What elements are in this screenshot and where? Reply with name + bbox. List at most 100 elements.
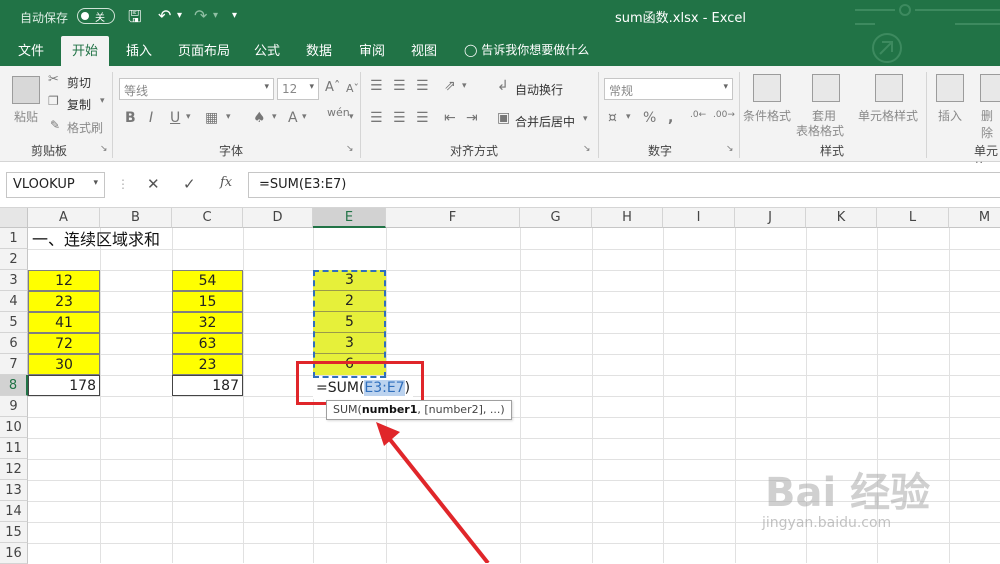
borders-icon[interactable]: ▦ — [205, 110, 218, 126]
column-header-b[interactable]: B — [100, 208, 172, 228]
tab-insert[interactable]: 插入 — [126, 40, 152, 59]
font-name-select[interactable]: 等线 ▾ — [119, 78, 274, 100]
cell-a4[interactable]: 23 — [28, 291, 100, 312]
italic-icon[interactable]: I — [149, 110, 153, 126]
column-header-k[interactable]: K — [806, 208, 877, 228]
align-bottom-icon[interactable]: ☰ — [416, 78, 429, 94]
copy-dropdown-icon[interactable]: ▾ — [100, 96, 105, 106]
borders-dropdown-icon[interactable]: ▾ — [226, 112, 231, 122]
underline-icon[interactable]: U — [170, 110, 180, 126]
column-header-j[interactable]: J — [735, 208, 806, 228]
fill-color-icon[interactable]: ♠ — [253, 110, 266, 126]
font-size-select[interactable]: 12 ▾ — [277, 78, 319, 100]
column-header-c[interactable]: C — [172, 208, 243, 228]
autosave-toggle[interactable]: 关 — [77, 8, 115, 24]
select-all-corner[interactable] — [0, 208, 28, 228]
format-painter-button[interactable]: 格式刷 — [67, 119, 103, 136]
row-header-14[interactable]: 14 — [0, 501, 28, 522]
table-format-line-2[interactable]: 表格格式 — [796, 122, 844, 139]
align-right-icon[interactable]: ☰ — [416, 110, 429, 126]
sheet-title-cell[interactable]: 一、连续区域求和 — [32, 229, 160, 250]
cell-c6[interactable]: 63 — [172, 333, 243, 354]
cell-a8[interactable]: 178 — [28, 375, 100, 396]
redo-icon[interactable]: ↷ — [194, 6, 207, 25]
row-header-16[interactable]: 16 — [0, 543, 28, 564]
delete-cells-button[interactable]: 删除 — [981, 107, 1000, 141]
undo-icon[interactable]: ↶ — [158, 6, 171, 25]
redo-dropdown-icon[interactable]: ▾ — [213, 10, 218, 21]
save-icon[interactable]: 🖫 — [128, 6, 142, 33]
column-header-a[interactable]: A — [28, 208, 100, 228]
cell-a7[interactable]: 30 — [28, 354, 100, 375]
cell-c7[interactable]: 23 — [172, 354, 243, 375]
underline-dropdown-icon[interactable]: ▾ — [186, 112, 191, 122]
row-header-10[interactable]: 10 — [0, 417, 28, 438]
align-left-icon[interactable]: ☰ — [370, 110, 383, 126]
shrink-font-icon[interactable]: Aˇ — [346, 82, 359, 95]
column-header-l[interactable]: L — [877, 208, 949, 228]
column-header-e[interactable]: E — [313, 208, 386, 228]
comma-style-icon[interactable]: , — [668, 110, 673, 126]
column-header-d[interactable]: D — [243, 208, 313, 228]
align-top-icon[interactable]: ☰ — [370, 78, 383, 94]
tab-page-layout[interactable]: 页面布局 — [178, 40, 230, 59]
number-launcher-icon[interactable]: ↘ — [726, 144, 734, 154]
cell-a5[interactable]: 41 — [28, 312, 100, 333]
tab-data[interactable]: 数据 — [306, 40, 332, 59]
cell-c8[interactable]: 187 — [172, 375, 243, 396]
align-middle-icon[interactable]: ☰ — [393, 78, 406, 94]
insert-function-icon[interactable]: fx — [220, 175, 232, 190]
row-header-1[interactable]: 1 — [0, 228, 28, 249]
phonetic-dropdown-icon[interactable]: ▾ — [349, 112, 354, 122]
row-header-4[interactable]: 4 — [0, 291, 28, 312]
alignment-launcher-icon[interactable]: ↘ — [583, 144, 591, 154]
row-header-15[interactable]: 15 — [0, 522, 28, 543]
increase-indent-icon[interactable]: ⇥ — [466, 110, 478, 126]
align-center-icon[interactable]: ☰ — [393, 110, 406, 126]
merge-dropdown-icon[interactable]: ▾ — [583, 114, 588, 124]
orientation-icon[interactable]: ⇗ — [444, 78, 456, 94]
formula-input[interactable]: =SUM(E3:E7) — [248, 172, 1000, 198]
tell-me-search[interactable]: ◯ 告诉我你想要做什么 — [464, 41, 589, 58]
cell-a6[interactable]: 72 — [28, 333, 100, 354]
clipboard-launcher-icon[interactable]: ↘ — [100, 144, 108, 154]
merge-center-button[interactable]: 合并后居中 — [515, 113, 575, 130]
cancel-icon[interactable]: ✕ — [147, 175, 160, 193]
column-header-m[interactable]: M — [949, 208, 1000, 228]
tab-home[interactable]: 开始 — [61, 36, 110, 66]
cell-c5[interactable]: 32 — [172, 312, 243, 333]
row-header-9[interactable]: 9 — [0, 396, 28, 417]
column-header-f[interactable]: F — [386, 208, 520, 228]
paste-button[interactable]: 粘贴 — [14, 108, 38, 125]
cell-c4[interactable]: 15 — [172, 291, 243, 312]
phonetic-icon[interactable]: wén — [327, 106, 350, 119]
number-format-select[interactable]: 常规 ▾ — [604, 78, 733, 100]
row-header-7[interactable]: 7 — [0, 354, 28, 375]
currency-dropdown-icon[interactable]: ▾ — [626, 112, 631, 122]
decrease-indent-icon[interactable]: ⇤ — [444, 110, 456, 126]
row-header-2[interactable]: 2 — [0, 249, 28, 270]
row-header-8[interactable]: 8 — [0, 375, 28, 396]
tab-formulas[interactable]: 公式 — [254, 40, 280, 59]
grow-font-icon[interactable]: Aˆ — [325, 80, 340, 95]
worksheet-grid[interactable]: A B C D E F G H I J K L M 1 2 3 4 5 6 7 … — [0, 208, 1000, 564]
paste-icon[interactable] — [12, 76, 40, 104]
wrap-text-button[interactable]: 自动换行 — [515, 81, 563, 98]
customize-toolbar-icon[interactable]: ▾ — [232, 10, 237, 21]
increase-decimal-icon[interactable]: .0← — [690, 110, 706, 120]
conditional-format-button[interactable]: 条件格式 — [743, 107, 791, 124]
row-header-11[interactable]: 11 — [0, 438, 28, 459]
row-header-3[interactable]: 3 — [0, 270, 28, 291]
currency-icon[interactable]: ¤ — [608, 110, 617, 126]
copy-button[interactable]: 复制 — [67, 96, 91, 113]
column-header-i[interactable]: I — [663, 208, 735, 228]
row-header-12[interactable]: 12 — [0, 459, 28, 480]
tab-file[interactable]: 文件 — [18, 40, 44, 59]
percent-icon[interactable]: % — [643, 110, 656, 126]
row-header-5[interactable]: 5 — [0, 312, 28, 333]
row-header-6[interactable]: 6 — [0, 333, 28, 354]
fill-color-dropdown-icon[interactable]: ▾ — [272, 112, 277, 122]
cut-button[interactable]: 剪切 — [67, 74, 91, 91]
decrease-decimal-icon[interactable]: .00→ — [713, 110, 735, 120]
name-box[interactable]: VLOOKUP ▾ — [6, 172, 105, 198]
